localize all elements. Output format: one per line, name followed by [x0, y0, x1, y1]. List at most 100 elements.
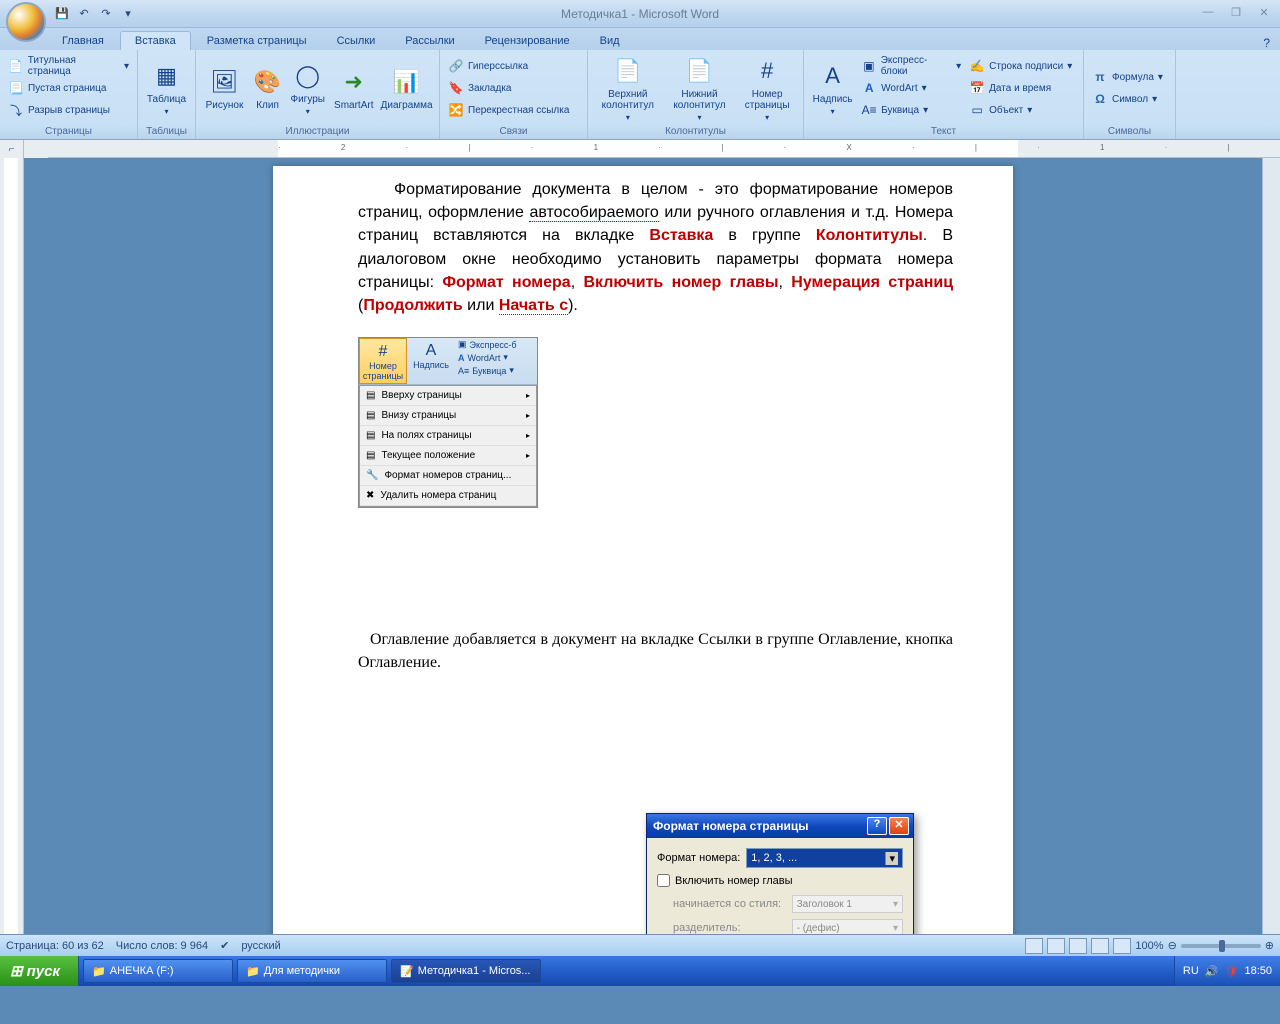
quickparts-icon: ▣	[861, 58, 877, 74]
hyperlink-icon: 🔗	[448, 58, 464, 74]
tab-home[interactable]: Главная	[48, 32, 118, 50]
word-icon: 📝	[400, 965, 414, 978]
tab-insert[interactable]: Вставка	[120, 31, 191, 50]
tray-volume-icon[interactable]: 🔊	[1205, 965, 1219, 978]
paragraph-2: Оглавление добавляется в документ на вкл…	[358, 628, 953, 674]
group-label-tables: Таблицы	[142, 124, 191, 139]
page-break-icon: ⤵	[8, 102, 24, 118]
header-button[interactable]: 📄Верхний колонтитул▾	[592, 52, 664, 124]
embed-textbox: AНадпись	[407, 338, 455, 384]
footer-button[interactable]: 📄Нижний колонтитул▾	[664, 52, 736, 124]
taskbar-item-0[interactable]: 📁АНЕЧКА (F:)	[83, 959, 233, 983]
close-button[interactable]: ✕	[1252, 6, 1276, 22]
tab-page-layout[interactable]: Разметка страницы	[193, 32, 321, 50]
tab-selector[interactable]: ⌐	[0, 140, 24, 158]
tray-clock[interactable]: 18:50	[1244, 965, 1272, 977]
tab-references[interactable]: Ссылки	[323, 32, 390, 50]
group-label-links: Связи	[444, 124, 583, 139]
office-button[interactable]	[6, 2, 46, 42]
group-label-pages: Страницы	[4, 124, 133, 139]
hyperlink-button[interactable]: 🔗Гиперссылка	[444, 55, 583, 77]
zoom-in[interactable]: ⊕	[1265, 939, 1274, 952]
zoom-out[interactable]: ⊖	[1168, 939, 1177, 952]
help-icon[interactable]: ?	[1263, 36, 1270, 50]
tray-shield-icon[interactable]: 🛡	[1225, 965, 1239, 978]
datetime-button[interactable]: 📅Дата и время	[965, 77, 1079, 99]
wordart-button[interactable]: AWordArt ▾	[857, 77, 965, 99]
textbox-icon: A	[817, 60, 849, 92]
undo-icon[interactable]: ↶	[74, 4, 94, 24]
view-print-layout[interactable]	[1025, 938, 1043, 954]
object-button[interactable]: ▭Объект ▾	[965, 99, 1079, 121]
zoom-level[interactable]: 100%	[1135, 940, 1163, 952]
group-label-illustrations: Иллюстрации	[200, 124, 435, 139]
status-proofing-icon[interactable]: ✔	[220, 939, 229, 952]
view-draft[interactable]	[1113, 938, 1131, 954]
page-number-button[interactable]: #Номер страницы▾	[735, 52, 799, 124]
status-page[interactable]: Страница: 60 из 62	[6, 940, 104, 952]
taskbar-item-1[interactable]: 📁Для методички	[237, 959, 387, 983]
blank-page-button[interactable]: 📃Пустая страница	[4, 77, 133, 99]
status-language[interactable]: русский	[241, 940, 280, 952]
save-icon[interactable]: 💾	[52, 4, 72, 24]
view-outline[interactable]	[1091, 938, 1109, 954]
qat-more-icon[interactable]: ▾	[118, 4, 138, 24]
dialog-close-button[interactable]: ✕	[889, 817, 909, 835]
redo-icon[interactable]: ↷	[96, 4, 116, 24]
cover-page-button[interactable]: 📄Титульная страница ▾	[4, 55, 133, 77]
group-label-symbols: Символы	[1088, 124, 1171, 139]
zoom-slider[interactable]	[1181, 944, 1261, 948]
chart-icon: 📊	[391, 66, 423, 98]
dialog-titlebar[interactable]: Формат номера страницы ? ✕	[647, 814, 913, 838]
include-chapter-checkbox[interactable]: Включить номер главы	[657, 874, 903, 887]
picture-button[interactable]: 🖼Рисунок	[200, 52, 249, 124]
bookmark-button[interactable]: 🔖Закладка	[444, 77, 583, 99]
dialog-help-button[interactable]: ?	[867, 817, 887, 835]
start-button[interactable]: ⊞пуск	[0, 956, 79, 986]
shapes-button[interactable]: ◯Фигуры▾	[286, 52, 329, 124]
textbox-button[interactable]: AНадпись▾	[808, 52, 857, 124]
dropcap-button[interactable]: A≡Буквица ▾	[857, 99, 965, 121]
group-label-headerfooter: Колонтитулы	[592, 124, 799, 139]
wordart-icon: A	[861, 80, 877, 96]
clipart-button[interactable]: 🎨Клип	[249, 52, 286, 124]
view-web[interactable]	[1069, 938, 1087, 954]
tab-view[interactable]: Вид	[586, 32, 634, 50]
page-break-button[interactable]: ⤵Разрыв страницы	[4, 99, 133, 121]
folder-icon: 📁	[246, 965, 260, 978]
dropcap-icon: A≡	[861, 102, 877, 118]
ruler-vertical[interactable]	[0, 158, 24, 934]
document-scroll[interactable]: Форматирование документа в целом - это ф…	[24, 158, 1262, 934]
shapes-icon: ◯	[292, 60, 324, 92]
view-full-screen[interactable]	[1047, 938, 1065, 954]
bookmark-icon: 🔖	[448, 80, 464, 96]
equation-button[interactable]: πФормула ▾	[1088, 66, 1171, 88]
clipart-icon: 🎨	[252, 66, 284, 98]
header-icon: 📄	[612, 55, 644, 87]
datetime-icon: 📅	[969, 80, 985, 96]
dialog-title: Формат номера страницы	[653, 819, 808, 833]
system-tray: RU 🔊 🛡 18:50	[1174, 956, 1280, 986]
embedded-menu-image: #Номер страницы AНадпись ▣Экспресс-б AWo…	[358, 337, 538, 508]
crossref-button[interactable]: 🔀Перекрестная ссылка	[444, 99, 583, 121]
number-format-combo[interactable]: 1, 2, 3, ...	[746, 848, 903, 868]
minimize-button[interactable]: —	[1196, 6, 1220, 22]
symbol-button[interactable]: ΩСимвол ▾	[1088, 88, 1171, 110]
status-words[interactable]: Число слов: 9 964	[116, 940, 208, 952]
signature-line-button[interactable]: ✍Строка подписи ▾	[965, 55, 1079, 77]
quickparts-button[interactable]: ▣Экспресс-блоки ▾	[857, 55, 965, 77]
footer-icon: 📄	[683, 55, 715, 87]
ruler-horizontal[interactable]: · 2 · | · 1 · | · X · | · 1 · | · 2 · | …	[48, 140, 1280, 158]
smartart-button[interactable]: ➜SmartArt	[329, 52, 378, 124]
maximize-button[interactable]: ❐	[1224, 6, 1248, 22]
tray-lang[interactable]: RU	[1183, 965, 1199, 977]
taskbar-item-2[interactable]: 📝Методичка1 - Micros...	[391, 959, 541, 983]
tab-review[interactable]: Рецензирование	[471, 32, 584, 50]
chart-button[interactable]: 📊Диаграмма	[378, 52, 435, 124]
symbol-icon: Ω	[1092, 91, 1108, 107]
vertical-scrollbar[interactable]	[1262, 158, 1280, 934]
table-button[interactable]: ▦Таблица▾	[142, 52, 191, 124]
tab-mailings[interactable]: Рассылки	[391, 32, 468, 50]
taskbar: ⊞пуск 📁АНЕЧКА (F:) 📁Для методички 📝Метод…	[0, 956, 1280, 986]
picture-icon: 🖼	[208, 66, 240, 98]
